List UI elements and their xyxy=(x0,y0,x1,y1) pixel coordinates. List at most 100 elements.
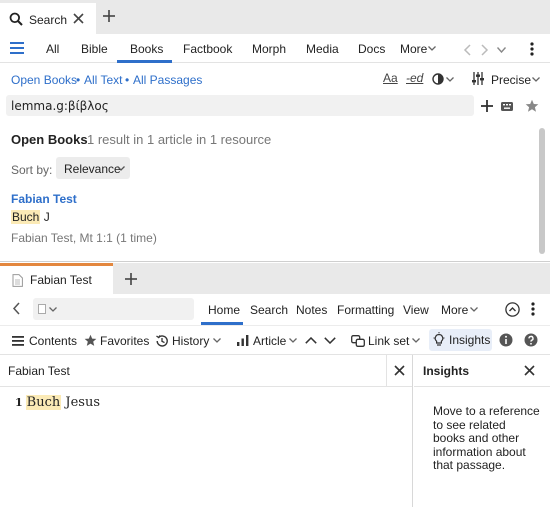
chevron-down-icon xyxy=(117,166,125,171)
search-query-input[interactable] xyxy=(6,95,474,116)
close-icon[interactable] xyxy=(394,365,405,376)
tab-notes[interactable]: Notes xyxy=(296,303,327,317)
contents-button[interactable]: Contents xyxy=(29,334,77,348)
chevron-down-icon xyxy=(470,307,478,312)
scope-all-text[interactable]: All Text xyxy=(84,73,122,87)
reference-box[interactable] xyxy=(33,298,194,320)
article-button[interactable]: Article xyxy=(253,334,286,348)
chevron-down-icon xyxy=(532,77,540,82)
tab-search[interactable]: Search xyxy=(250,303,288,317)
history-button[interactable]: History xyxy=(172,334,209,348)
document-nav-bar: Home Search Notes Formatting View More xyxy=(0,294,550,325)
insights-title: Insights xyxy=(423,364,470,378)
verse-number: 1 xyxy=(15,396,23,409)
result-meta: Fabian Test, Mt 1:1 (1 time) xyxy=(11,231,157,245)
help-icon[interactable] xyxy=(524,333,538,347)
sort-select-value: Relevance xyxy=(64,162,121,176)
divider xyxy=(386,355,387,387)
tab-more[interactable]: More xyxy=(441,303,468,317)
search-type-docs[interactable]: Docs xyxy=(358,42,385,56)
results-summary: 1 result in 1 article in 1 resource xyxy=(87,132,272,147)
result-hit-word: Buch xyxy=(11,210,41,224)
link-set-icon[interactable] xyxy=(351,335,365,347)
document-toolbar: Contents Favorites History Article Link … xyxy=(0,325,550,355)
scope-bar: Open Books • All Text • All Passages Aa … xyxy=(0,63,550,93)
match-mode-label[interactable]: Precise xyxy=(491,73,531,87)
result-snippet-rest: J xyxy=(40,210,50,224)
result-resource-link[interactable]: Fabian Test xyxy=(11,192,77,206)
close-tab-icon[interactable] xyxy=(73,13,84,24)
tab-search[interactable]: Search xyxy=(0,0,96,34)
document-icon xyxy=(38,304,46,314)
previous-article-icon[interactable] xyxy=(305,337,317,344)
insights-header: Insights xyxy=(414,355,550,387)
insights-pane: Insights Move to a reference to see rela… xyxy=(414,355,550,507)
chevron-down-icon xyxy=(428,46,436,51)
back-arrow-icon[interactable] xyxy=(12,302,20,315)
search-type-bar: All Bible Books Factbook Morph Media Doc… xyxy=(0,34,550,63)
document-pane: Fabian Test 1 Buch Jesus xyxy=(0,355,413,507)
document-panel-tabbar: Fabian Test xyxy=(0,263,550,294)
scope-all-passages[interactable]: All Passages xyxy=(133,73,202,87)
document-header: Fabian Test xyxy=(0,355,412,387)
result-snippet[interactable]: Buch J xyxy=(11,210,50,224)
query-row xyxy=(0,93,550,120)
scope-separator: • xyxy=(125,73,130,87)
next-article-icon[interactable] xyxy=(324,337,336,344)
chevron-down-icon xyxy=(289,338,297,343)
add-tab-icon[interactable] xyxy=(124,272,138,286)
hamburger-menu-icon[interactable] xyxy=(10,42,24,54)
back-arrow-icon[interactable] xyxy=(463,44,471,56)
document-title: Fabian Test xyxy=(8,364,70,378)
document-panel: Fabian Test Home Search Notes Formatting… xyxy=(0,263,550,507)
scope-open-books[interactable]: Open Books xyxy=(11,73,77,87)
close-icon[interactable] xyxy=(524,365,535,376)
add-tab-icon[interactable] xyxy=(102,9,116,23)
search-type-morph[interactable]: Morph xyxy=(252,42,286,56)
search-type-books[interactable]: Books xyxy=(117,34,172,63)
match-options-icon[interactable] xyxy=(471,72,485,85)
link-set-button[interactable]: Link set xyxy=(368,334,409,348)
sort-by-label: Sort by: xyxy=(11,163,53,177)
tab-fabian-test[interactable]: Fabian Test xyxy=(0,263,113,294)
insights-button[interactable]: Insights xyxy=(429,329,492,351)
favorites-button[interactable]: Favorites xyxy=(100,334,149,348)
tab-view[interactable]: View xyxy=(403,303,429,317)
insights-button-label: Insights xyxy=(449,333,491,347)
tab-search-label: Search xyxy=(29,13,68,27)
chevron-down-icon xyxy=(213,338,221,343)
scrollbar[interactable] xyxy=(539,128,545,254)
chevron-down-icon xyxy=(412,338,420,343)
forward-arrow-icon[interactable] xyxy=(481,44,489,56)
panel-menu-icon[interactable] xyxy=(531,302,535,316)
star-icon[interactable] xyxy=(525,99,539,113)
info-icon[interactable] xyxy=(499,333,513,347)
search-type-bible[interactable]: Bible xyxy=(81,42,108,56)
history-icon[interactable] xyxy=(155,334,169,348)
tab-fabian-test-label: Fabian Test xyxy=(30,273,92,287)
search-icon xyxy=(9,12,23,26)
results-title: Open Books xyxy=(11,132,88,147)
sort-select[interactable]: Relevance xyxy=(56,157,130,179)
word-forms-toggle[interactable]: -ed xyxy=(406,71,423,85)
contents-icon[interactable] xyxy=(12,336,24,346)
document-verse-text: Jesus xyxy=(61,395,101,410)
document-hit-word[interactable]: Buch xyxy=(25,395,62,410)
collapse-icon[interactable] xyxy=(505,302,520,317)
insights-message: Move to a reference to see related books… xyxy=(433,404,540,472)
history-dropdown-icon[interactable] xyxy=(497,47,506,53)
search-type-all[interactable]: All xyxy=(46,42,59,56)
case-sensitive-toggle[interactable]: Aa xyxy=(383,71,398,85)
keyboard-icon[interactable] xyxy=(501,102,513,111)
search-type-media[interactable]: Media xyxy=(306,42,339,56)
panel-menu-icon[interactable] xyxy=(530,42,534,56)
document-verse: 1 Buch Jesus xyxy=(15,395,100,410)
star-icon[interactable] xyxy=(84,334,97,347)
highlight-icon[interactable] xyxy=(432,73,444,85)
tab-formatting[interactable]: Formatting xyxy=(337,303,394,317)
add-term-icon[interactable] xyxy=(481,100,493,112)
search-type-more[interactable]: More xyxy=(400,42,427,56)
tab-home[interactable]: Home xyxy=(201,294,243,325)
bar-chart-icon[interactable] xyxy=(237,335,249,346)
search-type-factbook[interactable]: Factbook xyxy=(183,42,232,56)
